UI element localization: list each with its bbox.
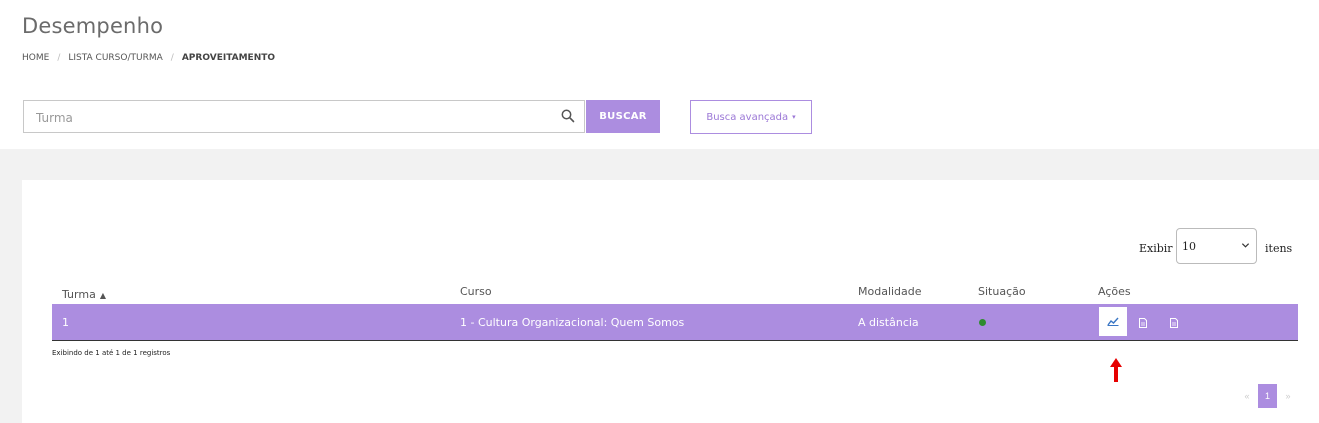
performance-chart-button[interactable] <box>1099 307 1127 336</box>
advanced-search-label: Busca avançada <box>706 111 789 123</box>
breadcrumb-home[interactable]: HOME <box>22 53 49 63</box>
breadcrumb-separator: / <box>57 53 61 63</box>
per-page-label: Exibir <box>1139 242 1173 255</box>
breadcrumb-current: APROVEITAMENTO <box>181 53 276 63</box>
search-icon[interactable] <box>561 109 575 123</box>
advanced-search-dropdown[interactable]: Busca avançada ▾ <box>690 100 812 134</box>
power-icon <box>979 319 986 326</box>
column-header-curso[interactable]: Curso <box>460 285 492 298</box>
caret-down-icon: ▾ <box>792 113 796 121</box>
search-input[interactable] <box>34 101 558 134</box>
per-page-value: 10 <box>1182 240 1196 253</box>
sort-ascending-icon: ▲ <box>99 291 106 300</box>
column-header-situacao[interactable]: Situação <box>978 285 1026 298</box>
cell-turma: 1 <box>62 316 69 329</box>
pager-prev-button[interactable]: « <box>1240 384 1254 408</box>
per-page-suffix: itens <box>1265 242 1293 255</box>
cell-modalidade: A distância <box>858 316 919 329</box>
cell-curso: 1 - Cultura Organizacional: Quem Somos <box>460 316 685 329</box>
pager-current-page[interactable]: 1 <box>1258 384 1277 408</box>
chevron-down-icon <box>1241 243 1250 248</box>
column-header-modalidade[interactable]: Modalidade <box>858 285 922 298</box>
arrow-up-icon <box>1110 358 1122 382</box>
document-icon[interactable] <box>1139 318 1147 328</box>
table-row: 1 1 - Cultura Organizacional: Quem Somos… <box>52 304 1298 341</box>
search-box <box>23 100 585 134</box>
document-icon[interactable] <box>1170 318 1178 328</box>
column-header-turma[interactable]: Turma ▲ <box>62 288 106 301</box>
breadcrumb: HOME / LISTA CURSO/TURMA / APROVEITAMENT… <box>22 53 275 63</box>
breadcrumb-separator: / <box>170 53 174 63</box>
records-info: Exibindo de 1 até 1 de 1 registros <box>52 349 171 357</box>
results-panel <box>22 180 1319 423</box>
pager-next-button[interactable]: » <box>1281 384 1295 408</box>
search-button[interactable]: BUSCAR <box>586 100 660 133</box>
column-header-acoes: Ações <box>1098 285 1131 298</box>
per-page-select[interactable]: 10 <box>1176 228 1257 264</box>
chart-line-icon <box>1107 317 1119 326</box>
page-title: Desempenho <box>22 14 164 38</box>
breadcrumb-lista-curso-turma[interactable]: LISTA CURSO/TURMA <box>68 53 162 63</box>
